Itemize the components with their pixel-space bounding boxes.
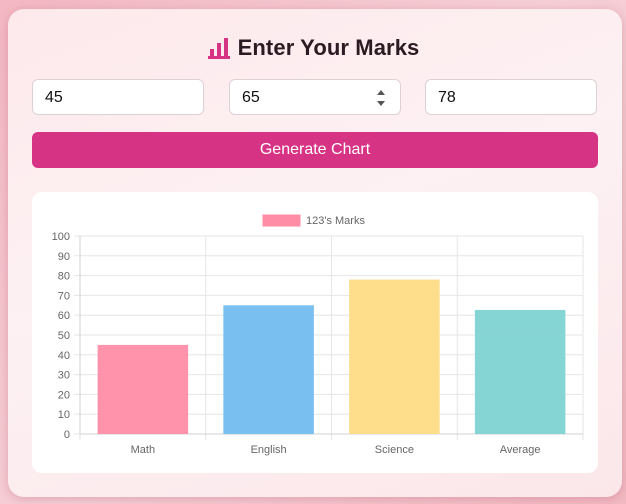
english-marks-input[interactable]: 65 bbox=[229, 79, 401, 115]
number-spinner-icon[interactable] bbox=[376, 88, 386, 108]
header: Enter Your Marks bbox=[0, 33, 626, 63]
math-marks-input[interactable]: 45 bbox=[32, 79, 204, 115]
page-title: Enter Your Marks bbox=[237, 35, 420, 60]
english-marks-value: 65 bbox=[242, 89, 260, 106]
bar-chart-icon bbox=[207, 38, 230, 59]
science-marks-input[interactable]: 78 bbox=[425, 79, 597, 115]
chart-container bbox=[32, 192, 598, 473]
generate-chart-button[interactable]: Generate Chart bbox=[32, 132, 598, 168]
